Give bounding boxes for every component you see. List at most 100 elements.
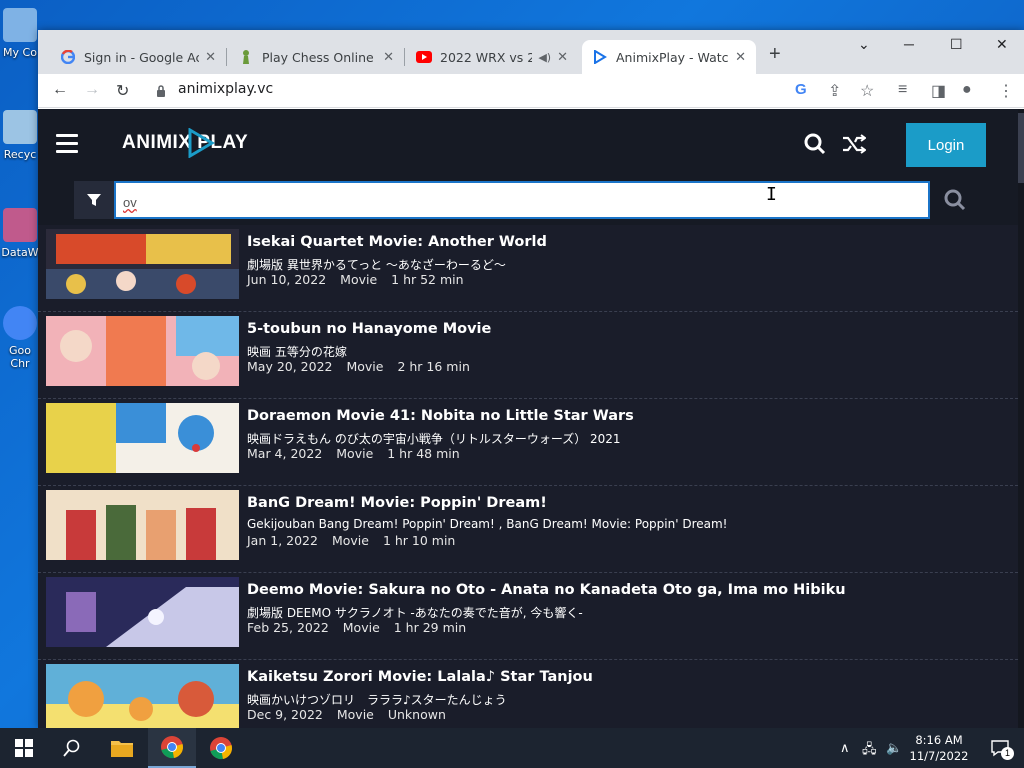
tab-search-chevron-icon[interactable]: ⌄ [858, 36, 870, 53]
text-cursor-icon: I [766, 184, 777, 205]
result-type: Movie [346, 359, 384, 374]
result-item[interactable]: BanG Dream! Movie: Poppin' Dream! Gekijo… [38, 486, 1018, 573]
google-translate-icon[interactable]: G [795, 81, 807, 98]
result-thumbnail[interactable] [46, 229, 239, 299]
login-button[interactable]: Login [906, 123, 986, 167]
back-icon[interactable]: ← [52, 81, 68, 99]
result-thumbnail[interactable] [46, 403, 239, 473]
search-icon[interactable] [804, 133, 826, 155]
close-tab-icon[interactable]: ✕ [205, 50, 216, 65]
result-title[interactable]: Isekai Quartet Movie: Another World [247, 234, 547, 250]
result-type: Movie [340, 272, 378, 287]
taskbar-search-button[interactable] [48, 728, 96, 768]
desktop-icon-my-computer[interactable]: My Co [0, 8, 40, 59]
search-input[interactable] [114, 181, 930, 219]
desktop-icon-google-chrome[interactable]: Goo Chr [0, 306, 40, 370]
taskbar-chrome-active[interactable] [148, 728, 196, 768]
address-bar[interactable]: animixplay.vc [178, 81, 273, 97]
recycle-bin-icon [3, 110, 37, 144]
desktop-icon-dataw[interactable]: DataW [0, 208, 40, 259]
site-logo[interactable]: ANIMIX PLAY [122, 132, 248, 154]
taskbar-chrome[interactable] [197, 728, 245, 768]
tab-title: Play Chess Online Ag [262, 49, 377, 65]
tab-title: 2022 WRX vs 202 [440, 49, 533, 65]
search-submit-icon[interactable] [944, 189, 966, 211]
page-scrollbar[interactable] [1018, 109, 1024, 728]
result-item[interactable]: Deemo Movie: Sakura no Oto - Anata no Ka… [38, 573, 1018, 660]
desktop-icon-recycle-bin[interactable]: Recyc [0, 110, 40, 161]
tab-chess[interactable]: Play Chess Online Ag ✕ [228, 40, 404, 74]
tab-title: AnimixPlay - Watch A [616, 49, 729, 65]
minimize-button[interactable]: ─ [904, 36, 914, 52]
lock-icon[interactable] [156, 85, 166, 97]
tab-separator [404, 48, 405, 66]
tab-google-sign-in[interactable]: Sign in - Google Acco ✕ [50, 40, 226, 74]
animixplay-icon [592, 49, 608, 65]
media-controls-icon[interactable]: ≡ [898, 81, 907, 99]
filter-button[interactable] [74, 181, 114, 219]
action-center-button[interactable]: 1 [976, 728, 1024, 768]
new-tab-button[interactable]: + [769, 43, 781, 66]
close-window-button[interactable]: ✕ [996, 36, 1008, 53]
share-icon[interactable]: ⇪ [828, 81, 841, 101]
menu-kebab-icon[interactable]: ⋮ [998, 81, 1014, 101]
shuffle-icon[interactable] [842, 134, 866, 154]
forward-icon[interactable]: → [84, 81, 100, 99]
result-item[interactable]: Kaiketsu Zorori Movie: Lalala♪ Star Tanj… [38, 660, 1018, 728]
result-alt-title: 劇場版 DEEMO サクラノオト -あなたの奏でた音が, 今も響く- [247, 606, 583, 620]
maximize-button[interactable]: ☐ [950, 36, 963, 53]
result-date: Dec 9, 2022 [247, 707, 323, 722]
result-title[interactable]: Doraemon Movie 41: Nobita no Little Star… [247, 408, 634, 424]
tab-title: Sign in - Google Acco [84, 49, 200, 65]
result-thumbnail[interactable] [46, 490, 239, 560]
result-title[interactable]: Deemo Movie: Sakura no Oto - Anata no Ka… [247, 582, 846, 598]
result-type: Movie [336, 707, 374, 722]
result-title[interactable]: 5-toubun no Hanayome Movie [247, 321, 491, 337]
windows-taskbar: ∧ 🖧 🔈 8:16 AM 11/7/2022 1 [0, 728, 1024, 768]
animixplay-page: ANIMIX PLAY Login ov I Isekai Quartet Mo… [38, 109, 1024, 728]
result-alt-title: 映画 五等分の花嫁 [247, 345, 347, 359]
result-meta: Mar 4, 2022 Movie 1 hr 48 min [247, 446, 470, 461]
result-duration: 1 hr 10 min [382, 533, 456, 548]
close-tab-icon[interactable]: ✕ [735, 50, 746, 65]
bookmark-star-icon[interactable]: ☆ [860, 81, 874, 101]
result-item[interactable]: Doraemon Movie 41: Nobita no Little Star… [38, 399, 1018, 486]
result-duration: 2 hr 16 min [397, 359, 470, 374]
close-tab-icon[interactable]: ✕ [383, 50, 394, 65]
result-item[interactable]: 5-toubun no Hanayome Movie 映画 五等分の花嫁 May… [38, 312, 1018, 399]
result-title[interactable]: Kaiketsu Zorori Movie: Lalala♪ Star Tanj… [247, 669, 593, 685]
result-thumbnail[interactable] [46, 316, 239, 386]
search-icon [63, 739, 80, 757]
reload-icon[interactable]: ↻ [116, 81, 129, 101]
desktop-icon-label: DataW [1, 246, 39, 259]
taskbar-clock[interactable]: 8:16 AM 11/7/2022 [908, 732, 970, 764]
dataw-icon [3, 208, 37, 242]
scrollbar-thumb[interactable] [1018, 113, 1024, 183]
result-date: Jun 10, 2022 [247, 272, 327, 287]
tab-youtube[interactable]: 2022 WRX vs 202 ◀) ✕ [406, 40, 578, 74]
folder-icon [111, 741, 133, 757]
desktop-icon-label: Goo Chr [9, 344, 31, 370]
result-date: Jan 1, 2022 [247, 533, 318, 548]
tab-separator [226, 48, 227, 66]
profile-avatar-icon[interactable]: ● [962, 81, 972, 99]
start-button[interactable] [0, 728, 48, 768]
result-meta: Jun 10, 2022 Movie 1 hr 52 min [247, 272, 474, 287]
volume-icon[interactable]: 🔈 [886, 740, 902, 756]
windows-logo-icon [15, 739, 33, 757]
result-meta: May 20, 2022 Movie 2 hr 16 min [247, 359, 480, 374]
result-item[interactable]: Isekai Quartet Movie: Another World 劇場版 … [38, 225, 1018, 312]
result-title[interactable]: BanG Dream! Movie: Poppin' Dream! [247, 495, 547, 511]
hamburger-menu-icon[interactable] [56, 134, 78, 158]
close-tab-icon[interactable]: ✕ [557, 50, 568, 65]
result-thumbnail[interactable] [46, 664, 239, 728]
audio-playing-icon[interactable]: ◀) [538, 51, 551, 64]
filter-funnel-icon [87, 194, 101, 206]
tab-animixplay[interactable]: AnimixPlay - Watch A ✕ [582, 40, 756, 74]
result-thumbnail[interactable] [46, 577, 239, 647]
show-hidden-icons-chevron[interactable]: ∧ [840, 740, 850, 756]
side-panel-icon[interactable]: ◨ [931, 81, 946, 101]
result-alt-title: 映画かいけつゾロリ ラララ♪スターたんじょう [247, 693, 507, 707]
network-icon[interactable]: 🖧 [862, 740, 877, 762]
taskbar-file-explorer[interactable] [98, 728, 146, 768]
